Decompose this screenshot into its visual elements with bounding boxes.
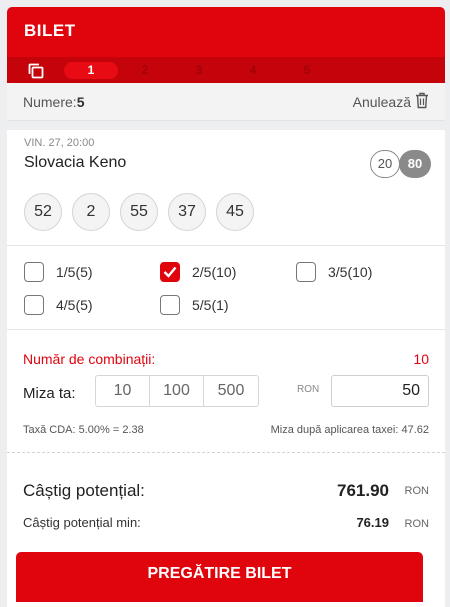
winnings-section: Câștig potențial: 761.90 RON Câștig pote… bbox=[7, 453, 445, 561]
potential-win-currency: RON bbox=[404, 485, 429, 497]
combo-count-value: 10 bbox=[413, 351, 429, 367]
combo-label: 2/5(10) bbox=[192, 264, 237, 280]
number-ball: 52 bbox=[24, 193, 62, 231]
combo-label: 4/5(5) bbox=[56, 297, 93, 313]
numbers-count: Numere:5 bbox=[23, 94, 84, 110]
checkbox[interactable] bbox=[24, 262, 44, 282]
ticket-header: BILET 1 2 3 4 5 bbox=[7, 7, 445, 83]
checkmark-icon bbox=[163, 266, 177, 278]
copy-icon[interactable] bbox=[28, 63, 44, 79]
ticket-panel: BILET 1 2 3 4 5 Numere:5 Anulează VIN. 2… bbox=[7, 7, 445, 607]
combo-label: 3/5(10) bbox=[328, 264, 373, 280]
number-ball: 45 bbox=[216, 193, 254, 231]
number-ball: 55 bbox=[120, 193, 158, 231]
draw-format-pill: 80 20 bbox=[370, 150, 431, 178]
prepare-ticket-button[interactable]: PREGĂTIRE BILET bbox=[16, 552, 423, 602]
tax-text: Taxă CDA: 5.00% = 2.38 bbox=[23, 424, 144, 436]
combo-option-2[interactable]: 2/5(10) bbox=[160, 262, 236, 282]
combo-label: 5/5(1) bbox=[192, 297, 229, 313]
combo-label: 1/5(5) bbox=[56, 264, 93, 280]
quick-stake-buttons: 10 100 500 bbox=[95, 375, 259, 407]
potential-win-label: Câștig potențial: bbox=[23, 481, 145, 500]
tab-ticket-5[interactable]: 5 bbox=[280, 62, 334, 79]
after-tax-text: Miza după aplicarea taxei: 47.62 bbox=[270, 424, 429, 436]
tab-ticket-3[interactable]: 3 bbox=[172, 62, 226, 79]
cancel-button[interactable]: Anulează bbox=[353, 94, 411, 110]
checkbox[interactable] bbox=[24, 295, 44, 315]
stake-input[interactable]: 50 bbox=[331, 375, 429, 407]
separator bbox=[7, 121, 445, 130]
number-ball: 2 bbox=[72, 193, 110, 231]
ticket-tabbar: 1 2 3 4 5 bbox=[7, 57, 445, 83]
quick-stake-100-button[interactable]: 100 bbox=[150, 376, 204, 406]
combination-options: 1/5(5) 2/5(10) 3/5(10) 4/5(5) 5/5(1) bbox=[7, 246, 445, 330]
selected-numbers: 52 2 55 37 45 bbox=[24, 193, 254, 231]
checkbox-checked[interactable] bbox=[160, 262, 180, 282]
numbers-row: Numere:5 Anulează bbox=[7, 83, 445, 121]
potential-win-value: 761.90 bbox=[337, 481, 389, 500]
draw-name: Slovacia Keno bbox=[24, 154, 127, 171]
pill-left: 20 bbox=[370, 150, 400, 178]
potential-min-currency: RON bbox=[404, 518, 429, 530]
quick-stake-500-button[interactable]: 500 bbox=[204, 376, 258, 406]
trash-icon[interactable] bbox=[415, 92, 429, 109]
quick-stake-10-button[interactable]: 10 bbox=[96, 376, 150, 406]
draw-card: VIN. 27, 20:00 Slovacia Keno 80 20 52 2 … bbox=[7, 130, 445, 246]
combo-option-1[interactable]: 1/5(5) bbox=[24, 262, 93, 282]
number-ball: 37 bbox=[168, 193, 206, 231]
stake-section: Număr de combinații: 10 Miza ta: 10 100 … bbox=[7, 330, 445, 453]
checkbox[interactable] bbox=[160, 295, 180, 315]
ticket-title: BILET bbox=[24, 21, 76, 40]
combo-option-5[interactable]: 5/5(1) bbox=[160, 295, 229, 315]
tab-ticket-1[interactable]: 1 bbox=[64, 62, 118, 79]
draw-date: VIN. 27, 20:00 bbox=[24, 137, 95, 149]
potential-min-label: Câștig potențial min: bbox=[23, 515, 141, 530]
combo-option-4[interactable]: 4/5(5) bbox=[24, 295, 93, 315]
stake-label: Miza ta: bbox=[23, 385, 76, 402]
numbers-label: Numere: bbox=[23, 94, 77, 110]
combo-count-label: Număr de combinații: bbox=[23, 351, 156, 367]
currency-label: RON bbox=[297, 384, 320, 395]
pill-right: 80 bbox=[399, 150, 431, 178]
combo-option-3[interactable]: 3/5(10) bbox=[296, 262, 372, 282]
potential-min-value: 76.19 bbox=[356, 515, 389, 530]
tab-ticket-4[interactable]: 4 bbox=[226, 62, 280, 79]
checkbox[interactable] bbox=[296, 262, 316, 282]
tab-ticket-2[interactable]: 2 bbox=[118, 62, 172, 79]
numbers-value: 5 bbox=[76, 94, 85, 110]
